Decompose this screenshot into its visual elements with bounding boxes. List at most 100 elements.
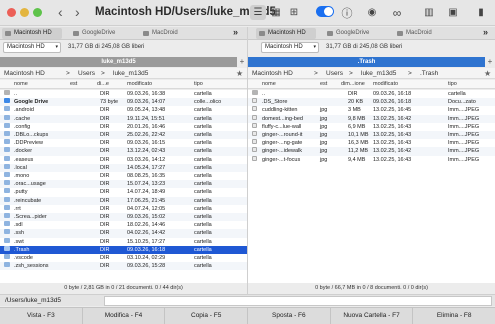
column-header-name[interactable]: nome	[14, 80, 28, 89]
table-row[interactable]: .rrt DIR 04.07.24, 12:05 cartella	[0, 204, 247, 213]
back-button[interactable]: ‹	[58, 4, 63, 20]
column-header-size[interactable]: di...e	[97, 80, 109, 89]
delete-f8-button[interactable]: Elimina - F8	[413, 308, 495, 324]
breadcrumb-item[interactable]: Macintosh HD	[252, 68, 293, 79]
panel-divider[interactable]	[247, 27, 248, 294]
table-row[interactable]: ginger-...ng-gate jpg 16,3 MB 13.02.25, 16:…	[248, 139, 495, 147]
table-row[interactable]: .zsh_sessions DIR 09.03.26, 15:28 cartella	[0, 262, 247, 271]
left-add-tab-button[interactable]: +	[237, 57, 247, 67]
icon-view-icon[interactable]: ▦	[268, 5, 284, 20]
terminal-icon[interactable]: ▮	[474, 5, 488, 20]
table-row[interactable]: .Trash DIR 09.03.26, 16:18 cartella	[0, 245, 247, 254]
breadcrumb-item[interactable]: Macintosh HD	[4, 68, 45, 79]
tab-macdroid[interactable]: MacDroid	[394, 28, 454, 39]
left-tab-bar: Macintosh HD GoogleDrive MacDroid »	[0, 27, 247, 40]
file-ext: jpg	[320, 115, 328, 122]
table-row[interactable]: ginger-...t-focus jpg 9,4 MB 13.02.25, 16:4…	[248, 155, 495, 164]
table-row[interactable]: fluffy-c...lue-wall jpg 6,9 MB 13.02.25, 16…	[248, 122, 495, 131]
table-row[interactable]: .Screa...pider DIR 09.03.26, 15:02 cartella	[0, 213, 247, 222]
folder-icon	[4, 106, 10, 112]
table-row[interactable]: .DDPreview DIR 09.03.26, 16:15 cartella	[0, 139, 247, 147]
more-tabs-button[interactable]: »	[483, 27, 488, 37]
move-f6-button[interactable]: Sposta - F6	[248, 308, 331, 324]
forward-button[interactable]: ›	[75, 4, 80, 20]
table-row[interactable]: domest...ing-bed jpg 9,8 MB 13.02.25, 16:42…	[248, 114, 495, 123]
breadcrumb-item[interactable]: Users	[78, 68, 95, 79]
breadcrumb-item[interactable]: luke_m13d5	[113, 68, 148, 79]
table-row[interactable]: ginger-...idewalk jpg 11,2 MB 13.02.25, 16:…	[248, 147, 495, 156]
table-row[interactable]: .. DIR 09.03.26, 16:18 cartella	[248, 90, 495, 98]
table-row[interactable]: .swt DIR 15.10.25, 17:27 cartella	[0, 237, 247, 246]
right-panel-title[interactable]: .Trash	[248, 57, 485, 67]
table-row[interactable]: .ssh DIR 04.02.26, 14:42 cartella	[0, 229, 247, 238]
copy-f5-button[interactable]: Copia - F5	[165, 308, 249, 324]
column-header-type[interactable]: tipo	[194, 80, 203, 89]
new-folder-f7-button[interactable]: Nuova Cartella - F7	[331, 308, 414, 324]
split-panel-icon[interactable]: ▥	[422, 5, 436, 20]
breadcrumb-item[interactable]: Users	[326, 68, 343, 79]
table-row[interactable]: .config DIR 20.01.26, 16:46 cartella	[0, 122, 247, 131]
breadcrumb-item[interactable]: .Trash	[420, 68, 438, 79]
left-file-list[interactable]: .. DIR 09.03.26, 16:38 cartella Google Drive…	[0, 90, 247, 283]
thumbnail-view-icon[interactable]: ⊞	[286, 5, 302, 20]
file-size: DIR	[100, 115, 110, 122]
column-header-modified[interactable]: modificato	[127, 80, 152, 89]
table-row[interactable]: .DS_Store 20 KB 09.03.26, 16:18 Docu...zato	[248, 98, 495, 107]
tab-macdroid[interactable]: MacDroid	[140, 28, 200, 39]
column-header-type[interactable]: tipo	[448, 80, 457, 89]
table-row[interactable]: .easeus DIR 03.03.26, 14:12 cartella	[0, 155, 247, 164]
file-size: DIR	[100, 222, 110, 229]
table-row[interactable]: .cache DIR 19.11.24, 15:51 cartella	[0, 114, 247, 123]
chevron-right-icon: >	[66, 70, 70, 77]
tab-googledrive[interactable]: GoogleDrive	[324, 28, 388, 39]
table-row[interactable]: .orac...usage DIR 15.07.24, 13:23 cartella	[0, 180, 247, 189]
column-header-name[interactable]: nome	[262, 80, 276, 89]
drive-selector[interactable]: Macintosh HD ▾	[261, 42, 319, 53]
column-header-modified[interactable]: modificato	[373, 80, 398, 89]
table-row[interactable]: .putty DIR 14.07.24, 18:49 cartella	[0, 188, 247, 196]
more-tabs-button[interactable]: »	[233, 27, 238, 37]
list-view-icon[interactable]: ☰	[250, 5, 266, 20]
edit-f4-button[interactable]: Modifica - F4	[83, 308, 166, 324]
table-row[interactable]: Google Drive 73 byte 09.03.26, 14:07 colle.…	[0, 98, 247, 107]
star-icon[interactable]: ★	[236, 68, 243, 79]
table-row[interactable]: cuddling-kitten jpg 3 MB 13.02.25, 16:45 Imm…	[248, 106, 495, 114]
breadcrumb-item[interactable]: luke_m13d5	[361, 68, 396, 79]
table-row[interactable]: .local DIR 14.05.24, 17:27 cartella	[0, 163, 247, 172]
tab-googledrive[interactable]: GoogleDrive	[70, 28, 134, 39]
command-input[interactable]	[104, 296, 492, 306]
table-row[interactable]: .sdl DIR 18.02.26, 14:46 cartella	[0, 221, 247, 229]
star-icon[interactable]: ★	[484, 68, 491, 79]
file-type: cartella	[194, 91, 212, 97]
column-header-ext[interactable]: est	[320, 80, 327, 89]
close-window-button[interactable]	[7, 8, 16, 17]
view-f3-button[interactable]: Vista - F3	[0, 308, 83, 324]
minimize-window-button[interactable]	[20, 8, 29, 17]
tab-macintosh-hd[interactable]: Macintosh HD	[2, 28, 62, 39]
info-icon[interactable]: ⓘ	[340, 5, 354, 20]
table-row[interactable]: .vscode DIR 03.10.24, 02:29 cartella	[0, 254, 247, 262]
right-file-list[interactable]: .. DIR 09.03.26, 16:18 cartella .DS_Store 20 …	[248, 90, 495, 283]
table-row[interactable]: ginger-...round-it jpg 10,1 MB 13.02.25, 16…	[248, 131, 495, 140]
table-row[interactable]: .reincubate DIR 17.06.25, 21:45 cartella	[0, 196, 247, 205]
preview-eye-icon[interactable]: ◉	[365, 5, 379, 20]
column-header-size[interactable]: dim...ione	[341, 80, 365, 89]
table-row[interactable]: .android DIR 09.05.24, 13:48 cartella	[0, 106, 247, 114]
table-row[interactable]: .docker DIR 13.12.24, 02:43 cartella	[0, 147, 247, 156]
binoculars-icon[interactable]: ∞	[390, 5, 404, 20]
file-modified: 09.03.26, 16:18	[373, 91, 412, 97]
hidden-files-toggle[interactable]	[316, 6, 334, 17]
zoom-window-button[interactable]	[33, 8, 42, 17]
drive-icon	[327, 31, 333, 36]
table-row[interactable]: .DBLo...ckups DIR 25.02.26, 22:42 cartella	[0, 131, 247, 140]
tab-macintosh-hd[interactable]: Macintosh HD	[256, 28, 316, 39]
file-modified: 09.05.24, 13:48	[127, 107, 166, 114]
table-row[interactable]: .mono DIR 08.08.25, 16:35 cartella	[0, 172, 247, 180]
table-row[interactable]: .. DIR 09.03.26, 16:38 cartella	[0, 90, 247, 98]
drive-selector[interactable]: Macintosh HD ▾	[3, 42, 61, 53]
file-modified: 08.08.25, 16:35	[127, 173, 166, 179]
left-panel-title[interactable]: luke_m13d5	[0, 57, 237, 67]
archive-icon[interactable]: ▣	[446, 5, 460, 20]
column-header-ext[interactable]: est	[70, 80, 77, 89]
right-add-tab-button[interactable]: +	[485, 57, 495, 67]
